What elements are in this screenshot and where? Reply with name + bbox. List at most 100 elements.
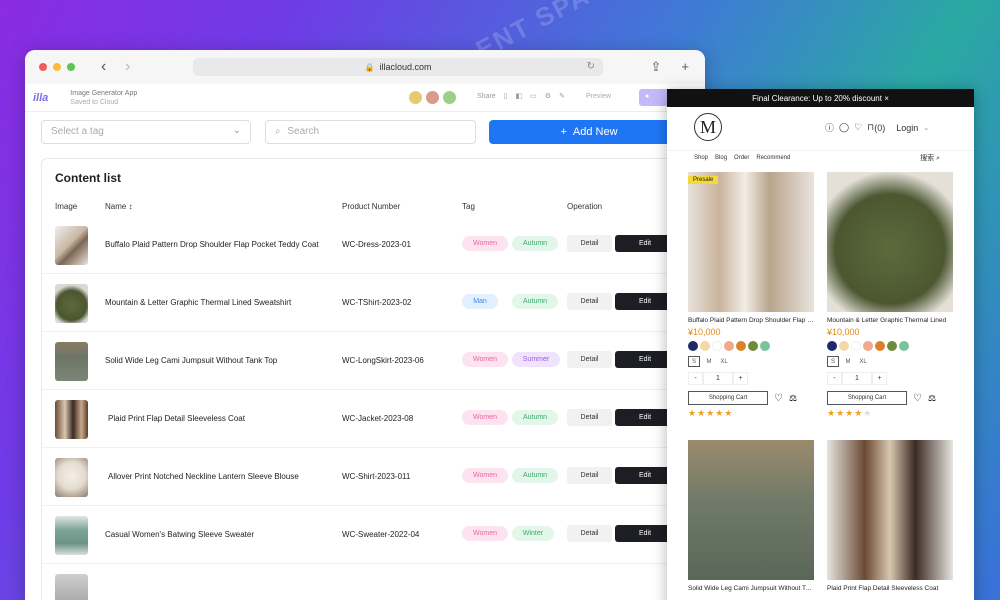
product-image[interactable]: Presale [688, 172, 814, 312]
edit-button[interactable]: Edit [615, 351, 675, 368]
size-option[interactable]: XL [857, 356, 869, 367]
swatch[interactable] [863, 341, 873, 351]
collaborator-avatars[interactable] [408, 90, 457, 105]
panel-icon[interactable]: ◧ [516, 92, 523, 100]
browser-window: ‹ › 🔒 illacloud.com ↻ ⇪ + illa Image Gen… [25, 50, 705, 600]
swatch[interactable] [736, 341, 746, 351]
header-name[interactable]: Name ↕ [105, 202, 133, 211]
zoom-dot[interactable] [67, 63, 75, 71]
search-input[interactable]: ⌕ Search [265, 120, 476, 144]
nav-blog[interactable]: Blog [715, 155, 727, 161]
shop-nav: Shop Blog Order Recommend [694, 155, 790, 161]
tag-select[interactable]: Select a tag ⌄ [41, 120, 251, 144]
table-row: Buffalo Plaid Pattern Drop Shoulder Flap… [42, 216, 705, 274]
avatar[interactable] [442, 90, 457, 105]
increment-button[interactable]: + [872, 372, 887, 385]
quantity-value[interactable]: 1 [842, 372, 872, 385]
swatch[interactable] [887, 341, 897, 351]
increment-button[interactable]: + [733, 372, 748, 385]
preview-button[interactable]: Preview [580, 90, 617, 103]
split-icon[interactable]: ▭ [530, 92, 537, 100]
wishlist-icon[interactable]: ♡ [774, 393, 783, 404]
size-option[interactable]: M [703, 356, 715, 367]
decrement-button[interactable]: - [827, 372, 842, 385]
edit-button[interactable]: Edit [615, 525, 675, 542]
swatch[interactable] [899, 341, 909, 351]
help-icon[interactable]: ⓘ [825, 121, 834, 134]
close-dot[interactable] [39, 63, 47, 71]
debug-icon[interactable]: ✎ [559, 92, 565, 100]
swatch[interactable] [760, 341, 770, 351]
heart-icon[interactable]: ♡ [854, 122, 862, 133]
avatar[interactable] [425, 90, 440, 105]
swatch[interactable] [748, 341, 758, 351]
detail-button[interactable]: Detail [567, 467, 612, 484]
size-option[interactable]: XL [718, 356, 730, 367]
new-tab-icon[interactable]: + [681, 59, 689, 75]
cart-icon[interactable]: ⊓ [867, 122, 874, 133]
login-link[interactable]: Login [896, 123, 918, 133]
product-card[interactable]: Solid Wide Leg Cami Jumpsuit Without Tan… [688, 440, 814, 592]
detail-button[interactable]: Detail [567, 351, 612, 368]
product-name[interactable]: Plaid Print Flap Detail Sleeveless Coat [827, 585, 953, 592]
back-icon[interactable]: ‹ [101, 58, 111, 76]
avatar[interactable] [408, 90, 423, 105]
product-number: WC-Jacket-2023-08 [342, 414, 414, 423]
swatch[interactable] [851, 341, 861, 351]
chevron-down-icon: ⌄ [923, 124, 930, 132]
shop-logo[interactable]: M [694, 113, 722, 141]
product-name[interactable]: Solid Wide Leg Cami Jumpsuit Without Tan… [688, 585, 814, 592]
product-image[interactable] [827, 172, 953, 312]
search-icon: ⌕ [936, 155, 940, 162]
forward-icon[interactable]: › [125, 58, 135, 76]
detail-button[interactable]: Detail [567, 409, 612, 426]
nav-recommend[interactable]: Recommend [756, 155, 790, 161]
swatch[interactable] [724, 341, 734, 351]
detail-button[interactable]: Detail [567, 525, 612, 542]
compare-icon[interactable]: ⚖ [928, 393, 936, 404]
size-option[interactable]: M [842, 356, 854, 367]
product-image[interactable] [827, 440, 953, 580]
layout-icon[interactable]: ▯ [504, 92, 508, 100]
promo-banner[interactable]: Final Clearance: Up to 20% discount × [667, 89, 974, 107]
nav-shop[interactable]: Shop [694, 155, 708, 161]
illa-logo[interactable]: illa [33, 92, 48, 104]
quantity-value[interactable]: 1 [703, 372, 733, 385]
shop-search[interactable]: 搜索 ⌕ [920, 153, 940, 163]
swatch[interactable] [827, 341, 837, 351]
swatch[interactable] [839, 341, 849, 351]
product-image[interactable] [688, 440, 814, 580]
share-icon[interactable]: ⇪ [651, 59, 662, 75]
settings-icon[interactable]: ⚙ [545, 92, 551, 100]
product-card[interactable]: Plaid Print Flap Detail Sleeveless Coat [827, 440, 953, 592]
swatch[interactable] [712, 341, 722, 351]
product-name[interactable]: Mountain & Letter Graphic Thermal Lined [827, 317, 953, 324]
compare-icon[interactable]: ⚖ [789, 393, 797, 404]
swatch[interactable] [700, 341, 710, 351]
add-to-cart-button[interactable]: Shopping Cart [827, 391, 907, 405]
edit-button[interactable]: Edit [615, 293, 675, 310]
product-name[interactable]: Buffalo Plaid Pattern Drop Shoulder Flap… [688, 317, 814, 324]
edit-button[interactable]: Edit [615, 235, 675, 252]
decrement-button[interactable]: - [688, 372, 703, 385]
size-option[interactable]: S [688, 356, 700, 367]
add-to-cart-button[interactable]: Shopping Cart [688, 391, 768, 405]
edit-button[interactable]: Edit [615, 467, 675, 484]
share-button[interactable]: Share [477, 93, 496, 100]
user-icon[interactable]: ◯ [839, 122, 849, 133]
detail-button[interactable]: Detail [567, 293, 612, 310]
reload-icon[interactable]: ↻ [587, 61, 595, 72]
swatch[interactable] [875, 341, 885, 351]
nav-order[interactable]: Order [734, 155, 749, 161]
minimize-dot[interactable] [53, 63, 61, 71]
address-bar[interactable]: 🔒 illacloud.com ↻ [193, 58, 603, 76]
size-option[interactable]: S [827, 356, 839, 367]
product-card[interactable]: Mountain & Letter Graphic Thermal Lined … [827, 172, 953, 419]
add-new-button[interactable]: + Add New [489, 120, 689, 144]
quantity-stepper: - 1 + [827, 372, 953, 385]
edit-button[interactable]: Edit [615, 409, 675, 426]
wishlist-icon[interactable]: ♡ [913, 393, 922, 404]
product-card[interactable]: Presale Buffalo Plaid Pattern Drop Shoul… [688, 172, 814, 419]
swatch[interactable] [688, 341, 698, 351]
detail-button[interactable]: Detail [567, 235, 612, 252]
